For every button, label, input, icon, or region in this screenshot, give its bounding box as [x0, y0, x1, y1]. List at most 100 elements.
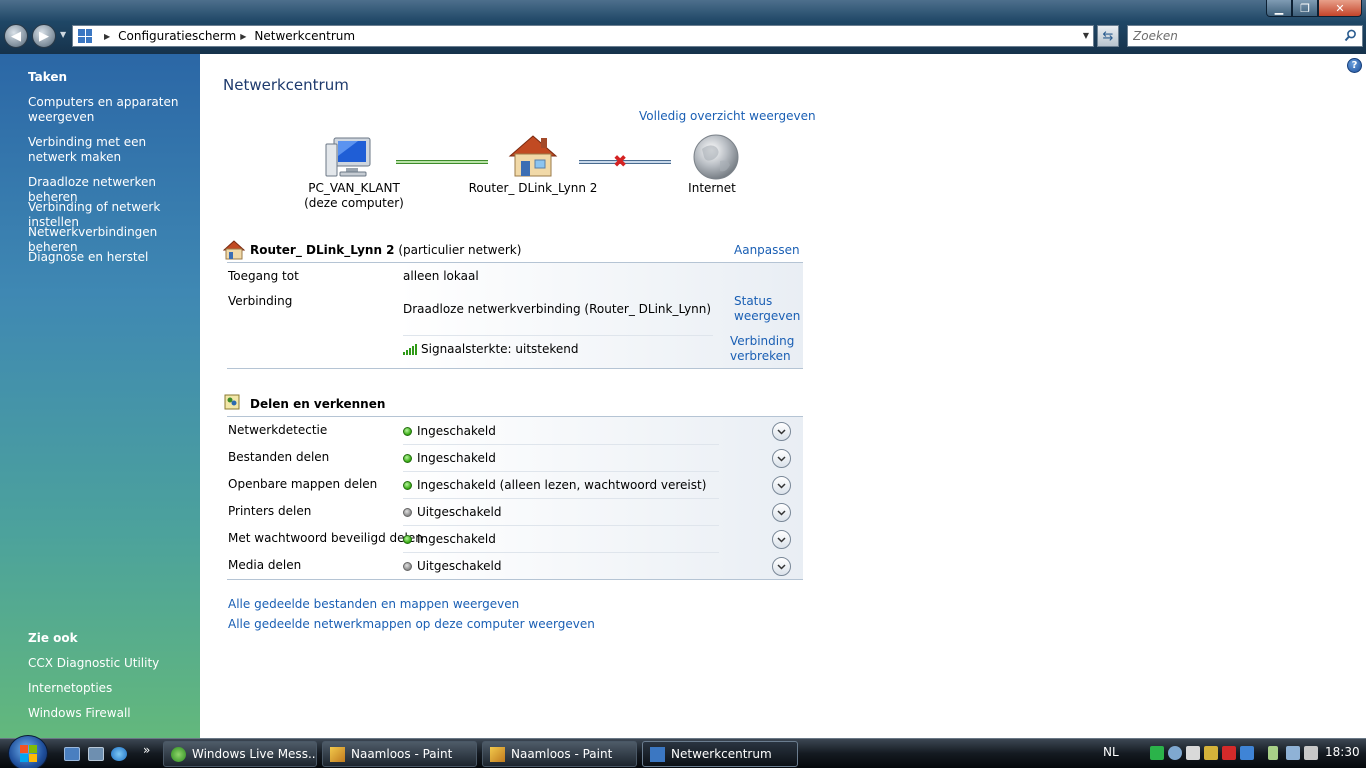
internet-label: Internet	[688, 181, 736, 195]
clock[interactable]: 18:30	[1325, 745, 1360, 759]
sidebar-link-windows-firewall[interactable]: Windows Firewall	[28, 706, 196, 721]
expand-printers-button[interactable]	[772, 503, 791, 522]
sidebar-link-diagnose-repair[interactable]: Diagnose en herstel	[28, 250, 196, 265]
expand-password-protected-button[interactable]	[772, 530, 791, 549]
hotspot-icon[interactable]	[1150, 746, 1164, 760]
divider	[403, 525, 719, 526]
task-pane: Taken Computers en apparaten weergeven V…	[0, 54, 200, 738]
battery-icon[interactable]	[1268, 746, 1278, 760]
start-button[interactable]	[8, 735, 48, 768]
connection-line-computer-router	[396, 160, 488, 164]
window-controls: ▁ ❐ ✕	[1266, 0, 1362, 17]
shield-tray-icon[interactable]	[1240, 746, 1254, 760]
switch-windows-icon[interactable]	[88, 747, 104, 761]
back-button[interactable]: ◀	[4, 24, 28, 48]
search-box[interactable]	[1127, 25, 1363, 47]
expand-media-button[interactable]	[772, 557, 791, 576]
network-name: Router_ DLink_Lynn 2 (particulier netwer…	[250, 243, 521, 257]
full-view-link[interactable]: Volledig overzicht weergeven	[639, 109, 816, 123]
address-bar[interactable]: ▶ Configuratiescherm ▶ Netwerkcentrum ▼	[72, 25, 1094, 47]
paint-icon	[490, 746, 505, 762]
sharing-value-printers: Uitgeschakeld	[403, 505, 502, 519]
language-indicator[interactable]: NL	[1103, 745, 1119, 759]
house-icon[interactable]	[508, 134, 558, 178]
divider	[403, 552, 719, 553]
wireless-tray-icon[interactable]	[1204, 746, 1218, 760]
main-content: ? Netwerkcentrum Volledig overzicht weer…	[200, 54, 1366, 738]
chevron-right-icon[interactable]: ▶	[240, 32, 246, 41]
status-on-icon	[403, 426, 412, 436]
sharing-state-text: Uitgeschakeld	[417, 559, 502, 573]
users-icon[interactable]	[1168, 746, 1182, 760]
internet-explorer-icon[interactable]	[111, 747, 127, 761]
taskbar-item-network-center[interactable]: Netwerkcentrum	[642, 741, 798, 767]
minimize-button[interactable]: ▁	[1266, 0, 1292, 17]
quicklaunch-more-icon[interactable]: »	[143, 743, 150, 757]
taskbar-item-label: Naamloos - Paint	[351, 747, 453, 761]
sharing-label-password-protected: Met wachtwoord beveiligd delen	[228, 531, 423, 545]
sharing-state-text: Ingeschakeld	[417, 451, 496, 465]
divider	[403, 444, 719, 445]
forward-button[interactable]: ▶	[32, 24, 56, 48]
expand-file-sharing-button[interactable]	[772, 449, 791, 468]
windows-logo-icon	[20, 754, 28, 762]
chevron-down-icon	[777, 563, 786, 570]
arrow-right-icon: ▶	[39, 28, 49, 44]
link-shared-network-folders[interactable]: Alle gedeelde netwerkmappen op deze comp…	[228, 617, 595, 631]
messenger-offline-icon[interactable]	[1186, 746, 1200, 760]
breadcrumb-network-center[interactable]: Netwerkcentrum	[254, 29, 355, 43]
sharing-label-file-sharing: Bestanden delen	[228, 450, 330, 464]
house-icon	[223, 240, 245, 260]
chevron-right-icon[interactable]: ▶	[104, 32, 110, 41]
messenger-icon	[171, 746, 186, 762]
security-tray-icon[interactable]	[1222, 746, 1236, 760]
maximize-button[interactable]: ❐	[1292, 0, 1318, 17]
status-link[interactable]: Status weergeven	[734, 294, 800, 324]
router-label: Router_ DLink_Lynn 2	[468, 181, 598, 195]
signal-strength: Signaalsterkte: uitstekend	[403, 342, 579, 356]
computer-label: PC_VAN_KLANT (deze computer)	[304, 181, 404, 211]
sharing-state-text: Ingeschakeld	[417, 532, 496, 546]
taskbar-item-paint-2[interactable]: Naamloos - Paint	[482, 741, 637, 767]
broken-connection-icon[interactable]: ✖	[613, 154, 627, 171]
disconnect-link[interactable]: Verbinding verbreken	[730, 334, 800, 364]
breadcrumb-control-panel[interactable]: Configuratiescherm	[118, 29, 236, 43]
sharing-label-printers: Printers delen	[228, 504, 312, 518]
sidebar-link-connect-network[interactable]: Verbinding met een netwerk maken	[28, 135, 196, 165]
customize-link[interactable]: Aanpassen	[734, 243, 800, 257]
status-on-icon	[403, 453, 412, 463]
sidebar-link-internet-options[interactable]: Internetopties	[28, 681, 196, 696]
signal-bars-icon	[403, 343, 417, 355]
refresh-button[interactable]: ⇆	[1097, 25, 1119, 47]
search-icon[interactable]	[1344, 29, 1357, 42]
paint-icon	[330, 746, 345, 762]
see-also-heading: Zie ook	[28, 631, 78, 645]
computer-icon[interactable]	[324, 134, 374, 180]
close-button[interactable]: ✕	[1318, 0, 1362, 17]
globe-icon[interactable]	[692, 133, 740, 181]
expand-public-folders-button[interactable]	[772, 476, 791, 495]
network-tray-icon[interactable]	[1286, 746, 1300, 760]
link-shared-files[interactable]: Alle gedeelde bestanden en mappen weerge…	[228, 597, 519, 611]
expand-network-discovery-button[interactable]	[772, 422, 791, 441]
status-on-icon	[403, 534, 412, 544]
help-icon[interactable]: ?	[1347, 58, 1362, 73]
connection-label: Verbinding	[228, 294, 293, 308]
sharing-value-public-folders: Ingeschakeld (alleen lezen, wachtwoord v…	[403, 478, 706, 492]
computer-name: PC_VAN_KLANT	[308, 181, 400, 195]
taskbar-item-messenger[interactable]: Windows Live Mess...	[163, 741, 317, 767]
status-off-icon	[403, 561, 412, 571]
sidebar-link-view-computers[interactable]: Computers en apparaten weergeven	[28, 95, 196, 125]
sidebar-link-ccx-utility[interactable]: CCX Diagnostic Utility	[28, 656, 196, 671]
sharing-icon	[224, 394, 240, 410]
show-desktop-icon[interactable]	[64, 747, 80, 761]
windows-logo-icon	[29, 754, 37, 762]
search-input[interactable]	[1128, 26, 1328, 46]
taskbar-item-paint-1[interactable]: Naamloos - Paint	[322, 741, 477, 767]
history-dropdown-icon[interactable]: ▼	[60, 30, 66, 39]
address-dropdown-icon[interactable]: ▼	[1083, 31, 1089, 40]
volume-icon[interactable]	[1304, 746, 1318, 760]
sharing-label-media: Media delen	[228, 558, 302, 572]
arrow-left-icon: ◀	[11, 28, 21, 44]
taskbar-item-label: Netwerkcentrum	[671, 747, 772, 761]
